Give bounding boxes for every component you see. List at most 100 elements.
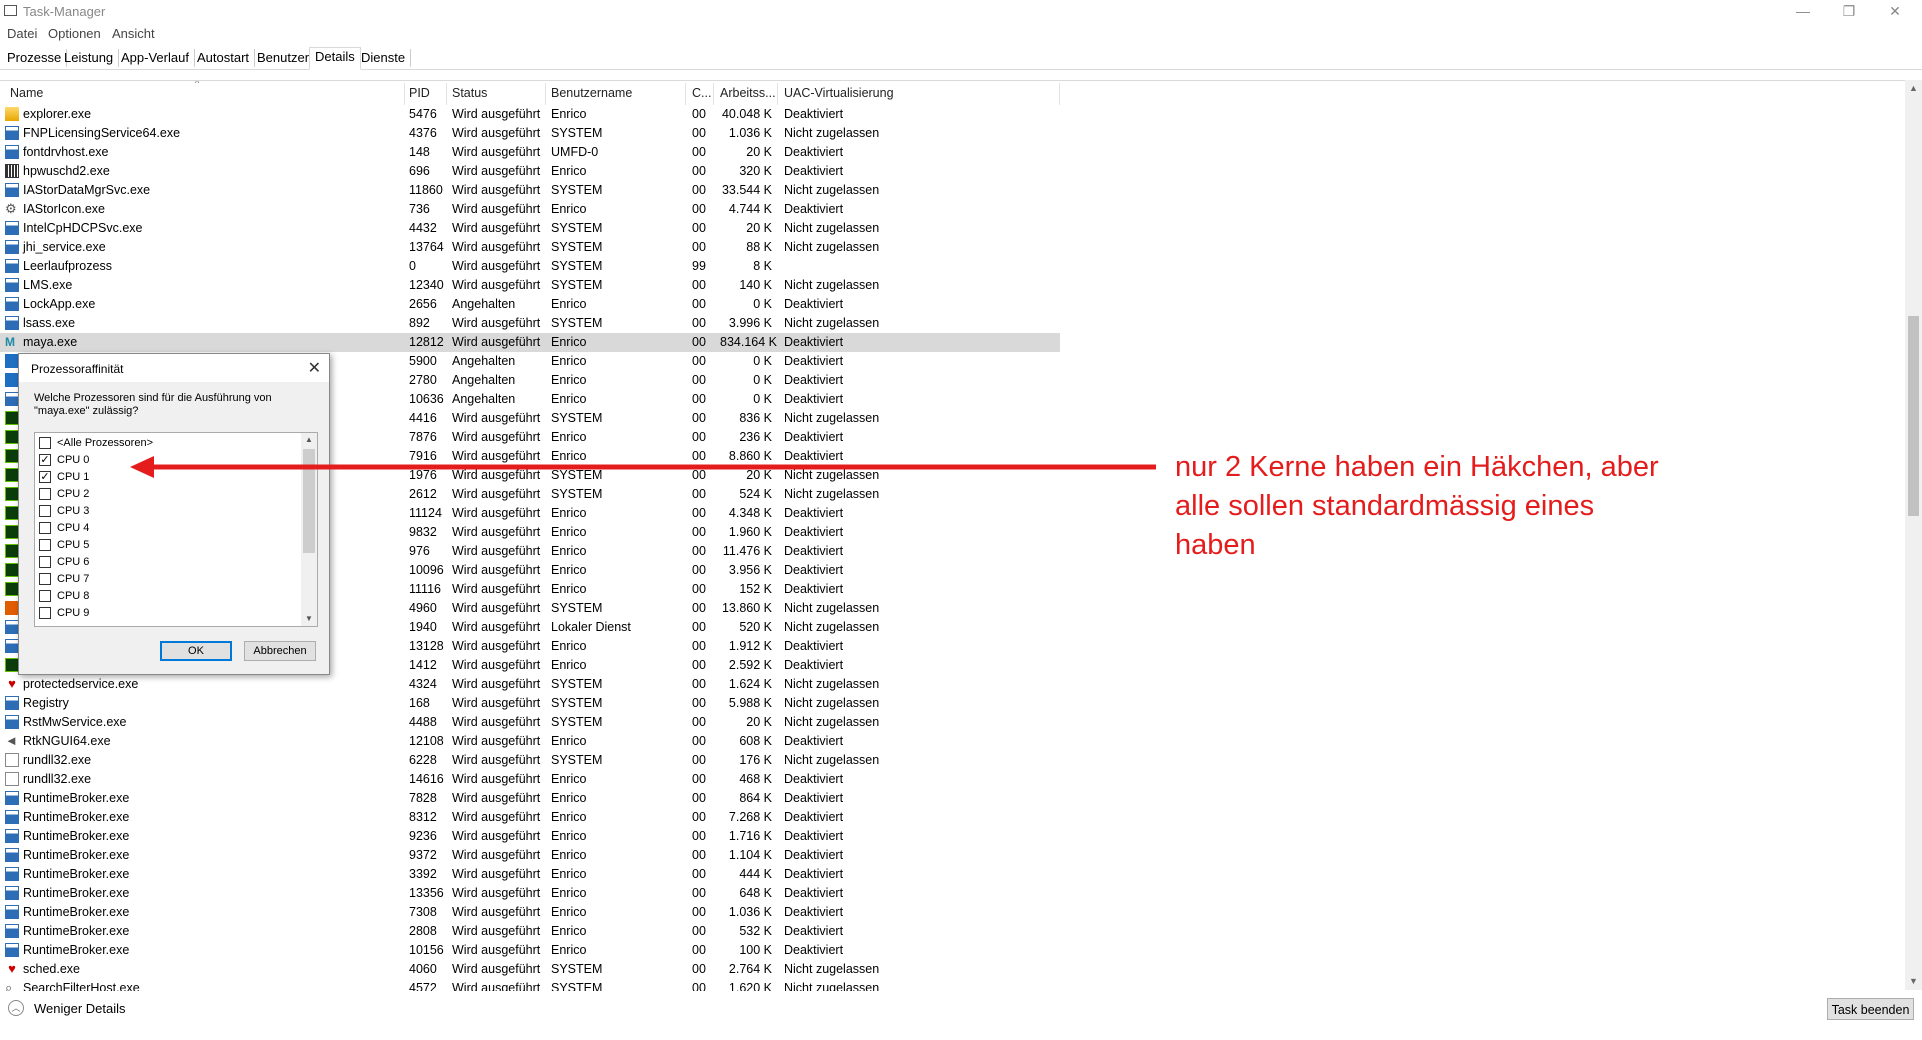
end-task-button[interactable]: Task beenden	[1827, 998, 1914, 1020]
table-row[interactable]: RuntimeBroker.exe 13356 Wird ausgeführt Enr…	[0, 884, 1060, 903]
process-cpu: 00	[692, 943, 706, 957]
table-row[interactable]: rundll32.exe 6228 Wird ausgeführt SYSTEM 00 1…	[0, 751, 1060, 770]
table-row[interactable]: ⌕ SearchFilterHost.exe 4572 Wird ausgeführt…	[0, 979, 1060, 992]
table-row[interactable]: RuntimeBroker.exe 9372 Wird ausgeführt Enri…	[0, 846, 1060, 865]
list-scroll-down-icon[interactable]: ▼	[301, 612, 317, 626]
less-details-link[interactable]: Weniger Details	[34, 1001, 126, 1016]
table-row[interactable]: ⚙ IAStorIcon.exe 736 Wird ausgeführt Enrico 0…	[0, 200, 1060, 219]
scroll-down-icon[interactable]: ▼	[1905, 973, 1922, 990]
table-row[interactable]: RuntimeBroker.exe 2808 Wird ausgeführt Enri…	[0, 922, 1060, 941]
process-user: Enrico	[551, 392, 587, 406]
process-user: Enrico	[551, 639, 587, 653]
process-memory: 13.860 K	[721, 601, 772, 615]
table-row[interactable]: rundll32.exe 14616 Wird ausgeführt Enrico 00…	[0, 770, 1060, 789]
menu-optionen[interactable]: Optionen	[48, 26, 101, 41]
checked-checkbox[interactable]: ✓	[39, 471, 51, 483]
table-row[interactable]: explorer.exe 5476 Wird ausgeführt Enrico 00 4…	[0, 105, 1060, 124]
tab-bar: Prozesse Leistung App-Verlauf Autostart …	[0, 47, 1922, 70]
table-row[interactable]: RuntimeBroker.exe 7308 Wird ausgeführt Enri…	[0, 903, 1060, 922]
checkbox[interactable]	[39, 590, 51, 602]
process-memory: 7.268 K	[728, 810, 772, 824]
table-row[interactable]: ◄ RtkNGUI64.exe 12108 Wird ausgeführt Enrico…	[0, 732, 1060, 751]
table-row[interactable]: IAStorDataMgrSvc.exe 11860 Wird ausgeführt…	[0, 181, 1060, 200]
table-row[interactable]: Registry 168 Wird ausgeführt SYSTEM 00 5.988 …	[0, 694, 1060, 713]
col-pid[interactable]: PID	[409, 86, 430, 100]
col-cpu[interactable]: C...	[692, 86, 711, 100]
process-user: Enrico	[551, 202, 587, 216]
table-row[interactable]: LockApp.exe 2656 Angehalten Enrico 00 0 K Deak…	[0, 295, 1060, 314]
process-cpu: 00	[692, 544, 706, 558]
table-row[interactable]: Leerlaufprozess 0 Wird ausgeführt SYSTEM 99 8…	[0, 257, 1060, 276]
table-row[interactable]: jhi_service.exe 13764 Wird ausgeführt SYSTE…	[0, 238, 1060, 257]
menu-datei[interactable]: Datei	[7, 26, 37, 41]
process-pid: 12108	[409, 734, 444, 748]
tab-details[interactable]: Details	[309, 47, 361, 70]
checkbox[interactable]	[39, 539, 51, 551]
process-name: Registry	[23, 696, 69, 710]
checkbox[interactable]	[39, 522, 51, 534]
process-cpu: 00	[692, 886, 706, 900]
tab-leistung[interactable]: Leistung	[59, 49, 120, 67]
chevron-up-icon[interactable]: ︿	[8, 1000, 24, 1016]
restore-button[interactable]: ❐	[1826, 0, 1872, 24]
minimize-button[interactable]: —	[1780, 0, 1826, 24]
table-row[interactable]: hpwuschd2.exe 696 Wird ausgeführt Enrico 00 3…	[0, 162, 1060, 181]
table-row[interactable]: ♥ sched.exe 4060 Wird ausgeführt SYSTEM 00 2.7…	[0, 960, 1060, 979]
process-pid: 8312	[409, 810, 437, 824]
checked-checkbox[interactable]: ✓	[39, 454, 51, 466]
table-row[interactable]: RstMwService.exe 4488 Wird ausgeführt SYSTE…	[0, 713, 1060, 732]
checkbox[interactable]	[39, 488, 51, 500]
checkbox[interactable]	[39, 505, 51, 517]
process-user: SYSTEM	[551, 278, 603, 292]
table-row[interactable]: fontdrvhost.exe 148 Wird ausgeführt UMFD-0 0…	[0, 143, 1060, 162]
menu-ansicht[interactable]: Ansicht	[112, 26, 155, 41]
table-row[interactable]: IntelCpHDCPSvc.exe 4432 Wird ausgeführt SYS…	[0, 219, 1060, 238]
process-uac: Deaktiviert	[784, 791, 844, 805]
list-scroll-up-icon[interactable]: ▲	[301, 433, 317, 447]
process-memory: 1.036 K	[728, 126, 772, 140]
process-name: FNPLicensingService64.exe	[23, 126, 181, 140]
scroll-up-icon[interactable]: ▲	[1905, 80, 1922, 97]
process-status: Angehalten	[452, 373, 516, 387]
vertical-scrollbar[interactable]: ▲ ▼	[1905, 80, 1922, 990]
process-cpu: 00	[692, 582, 706, 596]
tab-benutzer[interactable]: Benutzer	[252, 49, 316, 67]
scroll-thumb[interactable]	[1908, 316, 1919, 516]
cancel-button[interactable]: Abbrechen	[244, 641, 316, 661]
checkbox[interactable]	[39, 556, 51, 568]
col-memory[interactable]: Arbeitss...	[720, 86, 776, 100]
process-user: Enrico	[551, 582, 587, 596]
col-name[interactable]: Name	[10, 86, 43, 100]
process-user: Lokaler Dienst	[551, 620, 631, 634]
col-status[interactable]: Status	[452, 86, 487, 100]
footer: ︿ Weniger Details Task beenden	[0, 994, 1922, 1040]
table-header: ^ Name PID Status Benutzername C... Arbe…	[0, 81, 1060, 105]
table-row[interactable]: RuntimeBroker.exe 8312 Wird ausgeführt Enri…	[0, 808, 1060, 827]
col-uac[interactable]: UAC-Virtualisierung	[784, 86, 894, 100]
table-row[interactable]: ♥ protectedservice.exe 4324 Wird ausgeführt…	[0, 675, 1060, 694]
table-row[interactable]: LMS.exe 12340 Wird ausgeführt SYSTEM 00 140 K…	[0, 276, 1060, 295]
table-row[interactable]: Mmaya.exe 12812 Wird ausgeführt Enrico 00 834…	[0, 333, 1060, 352]
table-row[interactable]: lsass.exe 892 Wird ausgeführt SYSTEM 00 3.996…	[0, 314, 1060, 333]
checkbox[interactable]	[39, 573, 51, 585]
process-memory: 20 K	[746, 221, 772, 235]
checkbox[interactable]	[39, 607, 51, 619]
dialog-close-icon[interactable]: ✕	[308, 358, 321, 378]
table-row[interactable]: RuntimeBroker.exe 10156 Wird ausgeführt Enr…	[0, 941, 1060, 960]
table-row[interactable]: FNPLicensingService64.exe 4376 Wird ausgef…	[0, 124, 1060, 143]
table-row[interactable]: RuntimeBroker.exe 9236 Wird ausgeführt Enri…	[0, 827, 1060, 846]
col-user[interactable]: Benutzername	[551, 86, 632, 100]
tab-dienste[interactable]: Dienste	[356, 49, 412, 67]
checkbox[interactable]	[39, 437, 51, 449]
table-row[interactable]: RuntimeBroker.exe 7828 Wird ausgeführt Enri…	[0, 789, 1060, 808]
process-memory: 2.764 K	[728, 962, 772, 976]
process-status: Wird ausgeführt	[452, 772, 541, 786]
close-button[interactable]: ✕	[1872, 0, 1918, 24]
tab-prozesse[interactable]: Prozesse	[2, 49, 68, 67]
process-name: maya.exe	[23, 335, 78, 349]
table-row[interactable]: RuntimeBroker.exe 3392 Wird ausgeführt Enri…	[0, 865, 1060, 884]
tab-autostart[interactable]: Autostart	[192, 49, 256, 67]
tab-app-verlauf[interactable]: App-Verlauf	[116, 49, 195, 67]
process-memory: 320 K	[739, 164, 772, 178]
ok-button[interactable]: OK	[160, 641, 232, 661]
